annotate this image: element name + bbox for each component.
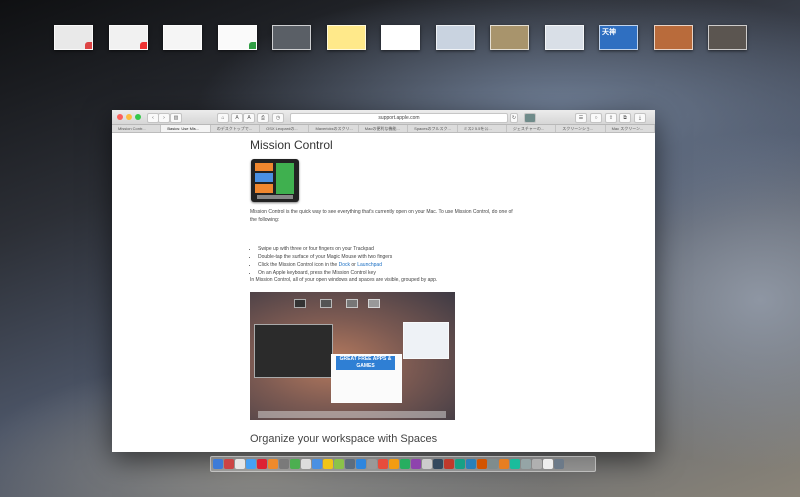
text-larger-button[interactable]: A (243, 113, 255, 123)
space-thumbnail-4[interactable] (217, 25, 257, 50)
tab-4[interactable]: OSX Leopardの... (260, 125, 310, 132)
dock-app-icon[interactable] (521, 459, 531, 469)
dock-app-icon[interactable] (488, 459, 498, 469)
dock-app-icon[interactable] (510, 459, 520, 469)
page-content: Mission Control Mission Control is the q… (112, 133, 655, 452)
dock-app-icon[interactable] (532, 459, 542, 469)
screenshot-banner: GREAT FREE APPS & GAMES (336, 356, 395, 370)
dock-app-icon[interactable] (455, 459, 465, 469)
tab-9[interactable]: ジェスチャーの... (507, 125, 557, 132)
instructions-list: Swipe up with three or four fingers on y… (250, 245, 518, 277)
history-icon[interactable]: ◷ (272, 113, 284, 123)
space-thumbnail-6[interactable] (326, 25, 366, 50)
tab-7[interactable]: Spacesのフルスク... (408, 125, 458, 132)
reader-icon[interactable]: ☰ (575, 113, 587, 123)
tab-2[interactable]: Basics: Use Mis... (161, 125, 211, 132)
dock-app-icon[interactable] (334, 459, 344, 469)
dock-app-icon[interactable] (554, 459, 564, 469)
section-heading: Organize your workspace with Spaces (250, 433, 438, 445)
dock-app-icon[interactable] (389, 459, 399, 469)
dock-app-icon[interactable] (235, 459, 245, 469)
list-item-text: Click the Mission Control icon in the (258, 262, 339, 268)
tab-6[interactable]: Macの便利な機能... (359, 125, 409, 132)
minimize-button[interactable] (126, 114, 132, 120)
dock-app-icon[interactable] (257, 459, 267, 469)
dock-app-icon[interactable] (268, 459, 278, 469)
reload-icon[interactable]: ↻ (510, 113, 518, 123)
tabs-overview-icon[interactable]: ⧉ (619, 113, 631, 123)
space-thumbnail-11[interactable]: 天神 (599, 25, 638, 50)
mission-control-screenshot: GREAT FREE APPS & GAMES (250, 292, 455, 420)
dock-app-icon[interactable] (345, 459, 355, 469)
space-thumbnail-2[interactable] (108, 25, 148, 50)
safari-window[interactable]: ‹ › ▥ ⌂ A A ⎙ ◷ support.apple.com ↻ ☰ ○ … (112, 110, 655, 452)
print-icon[interactable]: ⎙ (257, 113, 269, 123)
mission-control-app-icon (251, 159, 299, 202)
space-thumbnail-13[interactable] (708, 25, 747, 50)
space-thumbnail-12[interactable] (653, 25, 693, 50)
dock-app-icon[interactable] (378, 459, 388, 469)
address-bar[interactable]: support.apple.com (290, 113, 508, 123)
reading-list-icon[interactable]: ○ (590, 113, 602, 123)
list-item: Double-tap the surface of your Magic Mou… (258, 253, 518, 261)
dock-app-icon[interactable] (246, 459, 256, 469)
chrome-icon (248, 42, 256, 49)
sidebar-icon[interactable]: ▥ (170, 113, 182, 123)
space-thumbnail-8[interactable] (435, 25, 475, 50)
list-item: Click the Mission Control icon in the Do… (258, 261, 518, 269)
dock-app-icon[interactable] (499, 459, 509, 469)
list-item: Swipe up with three or four fingers on y… (258, 245, 518, 253)
safari-toolbar: ‹ › ▥ ⌂ A A ⎙ ◷ support.apple.com ↻ ☰ ○ … (112, 110, 655, 125)
launchpad-link[interactable]: Launchpad (357, 262, 382, 268)
dock-app-icon[interactable] (301, 459, 311, 469)
url-text: support.apple.com (378, 115, 420, 121)
downloads-icon[interactable]: ⤓ (634, 113, 646, 123)
dock-app-icon[interactable] (323, 459, 333, 469)
tab-3[interactable]: のデスクトップで... (211, 125, 261, 132)
space-thumbnail-3[interactable] (163, 25, 202, 50)
dock-app-icon[interactable] (279, 459, 289, 469)
dock-app-icon[interactable] (213, 459, 223, 469)
zoom-button[interactable] (135, 114, 141, 120)
dock-app-icon[interactable] (444, 459, 454, 469)
text-smaller-button[interactable]: A (231, 113, 243, 123)
dock-app-icon[interactable] (312, 459, 322, 469)
dock-app-icon[interactable] (367, 459, 377, 469)
space-thumbnail-5[interactable] (272, 25, 311, 50)
home-icon[interactable]: ⌂ (217, 113, 229, 123)
dock-link[interactable]: Dock (339, 262, 350, 268)
dock-app-icon[interactable] (290, 459, 300, 469)
tab-11[interactable]: Mac スクリーン... (606, 125, 655, 132)
mission-control-spaces-bar: 天神 (0, 0, 800, 70)
dock-app-icon[interactable] (356, 459, 366, 469)
space-thumbnail-1[interactable] (54, 25, 93, 50)
space-thumbnail-9[interactable] (490, 25, 529, 50)
music-icon (139, 42, 147, 49)
tab-8[interactable]: ミス2 5.5を公... (458, 125, 507, 132)
visibility-paragraph: In Mission Control, all of your open win… (250, 277, 438, 283)
dock-app-icon[interactable] (543, 459, 553, 469)
share-icon[interactable]: ⇪ (605, 113, 617, 123)
dock-app-icon[interactable] (433, 459, 443, 469)
page-title: Mission Control (250, 138, 333, 152)
tab-1[interactable]: Mission Contr... (112, 125, 162, 132)
close-button[interactable] (117, 114, 123, 120)
tab-bar: Mission Contr... Basics: Use Mis... のデスクトッ… (112, 125, 655, 133)
space-thumbnail-7[interactable] (381, 25, 420, 50)
forward-button[interactable]: › (158, 113, 170, 123)
space-label: 天神 (602, 29, 616, 36)
dock-app-icon[interactable] (477, 459, 487, 469)
dock-app-icon[interactable] (466, 459, 476, 469)
tab-10[interactable]: スクリーンショ... (556, 125, 606, 132)
dock-app-icon[interactable] (224, 459, 234, 469)
intro-paragraph: Mission Control is the quick way to see … (250, 209, 513, 223)
extension-icon[interactable] (524, 113, 536, 123)
dock-app-icon[interactable] (400, 459, 410, 469)
tab-5[interactable]: Mavericksのスクリ... (309, 125, 359, 132)
calendar-icon (85, 42, 92, 49)
space-thumbnail-10[interactable] (544, 25, 584, 50)
dock-app-icon[interactable] (422, 459, 432, 469)
dock-app-icon[interactable] (411, 459, 421, 469)
dock (210, 456, 596, 472)
